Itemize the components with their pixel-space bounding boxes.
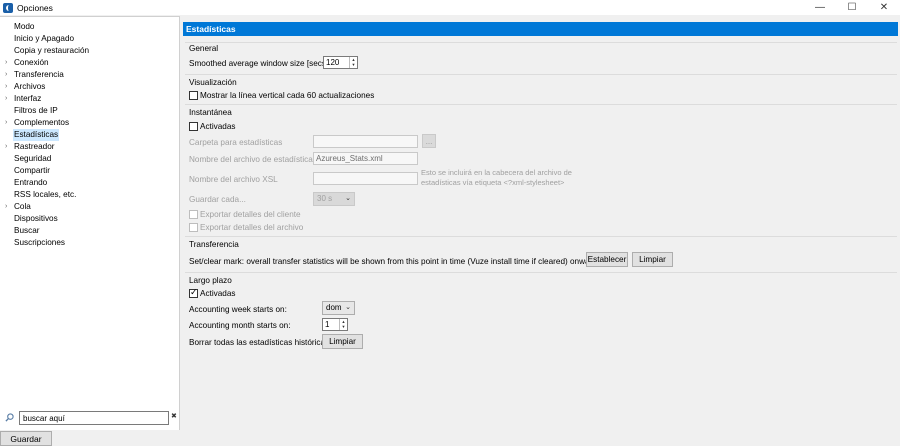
sidebar-item-label: Buscar — [14, 226, 40, 235]
xsl-filename-input[interactable] — [313, 172, 418, 185]
window-controls: — ☐ ✕ — [804, 0, 900, 15]
window-title: Opciones — [17, 2, 53, 13]
expand-arrow-icon[interactable]: › — [5, 117, 7, 129]
week-start-label: Accounting week starts on: — [189, 305, 287, 314]
long-term-enabled-label: Activadas — [200, 289, 236, 298]
sidebar-item-label: Interfaz — [14, 94, 42, 103]
sidebar-item-label: RSS locales, etc. — [14, 190, 77, 199]
export-file-checkbox[interactable] — [189, 223, 198, 232]
app-icon — [3, 2, 13, 13]
browse-folder-button[interactable]: ... — [422, 134, 436, 148]
save-button[interactable]: Guardar — [0, 431, 52, 446]
export-client-label: Exportar detalles del cliente — [200, 210, 301, 219]
expand-arrow-icon[interactable]: › — [5, 141, 7, 153]
stats-filename-label: Nombre del archivo de estadísticas — [189, 155, 317, 164]
group-title-transferencia: Transferencia — [189, 240, 239, 249]
minimize-button[interactable]: — — [804, 0, 836, 15]
divider — [185, 272, 897, 273]
sidebar-item-label: Estadísticas — [13, 129, 60, 141]
set-mark-button[interactable]: Establecer — [586, 252, 628, 267]
sidebar-item-label: Seguridad — [14, 154, 52, 163]
search-box: ✖ — [3, 411, 177, 425]
chevron-down-icon: ⌄ — [345, 304, 351, 311]
close-button[interactable]: ✕ — [868, 0, 900, 15]
group-title-visualizacion: Visualización — [189, 78, 237, 87]
search-icon — [5, 413, 14, 422]
divider — [185, 74, 897, 75]
week-start-value: dom — [326, 303, 342, 312]
sidebar-item-label: Conexión — [14, 58, 49, 67]
expand-arrow-icon[interactable]: › — [5, 57, 7, 69]
title-bar: Opciones — ☐ ✕ — [0, 0, 900, 15]
clear-history-button[interactable]: Limpiar — [322, 334, 363, 349]
sidebar-item-label: Copia y restauración — [14, 46, 90, 55]
transfer-mark-text: Set/clear mark: overall transfer statist… — [189, 257, 601, 266]
sidebar-item-label: Complementos — [14, 118, 70, 127]
group-title-general: General — [189, 44, 219, 53]
sidebar-item-label: Filtros de IP — [14, 106, 58, 115]
long-term-enabled-checkbox[interactable] — [189, 287, 198, 298]
save-every-value: 30 s — [317, 194, 333, 203]
expand-arrow-icon[interactable]: › — [5, 69, 7, 81]
spinner-arrows[interactable]: ▲ ▼ — [349, 57, 357, 68]
group-title-largo-plazo: Largo plazo — [189, 276, 232, 285]
snapshot-enabled-label: Activadas — [200, 122, 236, 131]
vertical-line-label: Mostrar la línea vertical cada 60 actual… — [200, 91, 375, 100]
expand-arrow-icon[interactable]: › — [5, 201, 7, 213]
settings-panel: Estadísticas General Smoothed average wi… — [181, 16, 900, 430]
month-start-label: Accounting month starts on: — [189, 321, 291, 330]
divider — [185, 104, 897, 105]
sidebar-item-label: Inicio y Apagado — [14, 34, 75, 43]
divider — [185, 42, 897, 43]
options-tree: ✖ Modo Inicio y Apagado Copia y restauraci… — [0, 16, 180, 430]
window-size-label: Smoothed average window size [secs] — [189, 59, 329, 68]
month-start-spinner[interactable]: 1 ▲ ▼ — [322, 318, 348, 331]
chevron-down-icon: ⌄ — [345, 195, 351, 202]
export-file-label: Exportar detalles del archivo — [200, 223, 304, 232]
expand-arrow-icon[interactable]: › — [5, 93, 7, 105]
snapshot-enabled-checkbox[interactable] — [189, 122, 198, 131]
divider — [185, 236, 897, 237]
search-input[interactable] — [19, 411, 169, 425]
export-client-checkbox[interactable] — [189, 210, 198, 219]
clear-mark-button[interactable]: Limpiar — [632, 252, 673, 267]
sidebar-item-label: Suscripciones — [14, 238, 65, 247]
sidebar-item-label: Transferencia — [14, 70, 64, 79]
sidebar-item-label: Entrando — [14, 178, 48, 187]
expand-arrow-icon[interactable]: › — [5, 81, 7, 93]
page-title: Estadísticas — [183, 22, 898, 36]
week-start-select[interactable]: dom ⌄ — [322, 301, 355, 315]
stats-folder-input[interactable] — [313, 135, 418, 148]
stats-filename-input[interactable]: Azureus_Stats.xml — [313, 152, 418, 165]
window-size-value: 120 — [326, 58, 340, 67]
xsl-note-line2: estadísticas vía etiqueta <?xml-styleshe… — [421, 178, 565, 187]
spinner-arrows[interactable]: ▲ ▼ — [339, 319, 347, 330]
save-every-label: Guardar cada... — [189, 195, 246, 204]
sidebar-item-label: Modo — [14, 22, 35, 31]
month-start-value: 1 — [325, 320, 330, 329]
save-every-select[interactable]: 30 s ⌄ — [313, 192, 355, 206]
xsl-note-line1: Esto se incluirá en la cabecera del arch… — [421, 168, 572, 177]
vertical-line-checkbox[interactable] — [189, 91, 198, 100]
sidebar-item-label: Compartir — [14, 166, 50, 175]
group-title-instantanea: Instantánea — [189, 108, 232, 117]
window-size-spinner[interactable]: 120 ▲ ▼ — [323, 56, 358, 69]
clear-search-icon[interactable]: ✖ — [171, 412, 177, 420]
sidebar-item-label: Cola — [14, 202, 31, 211]
xsl-filename-label: Nombre del archivo XSL — [189, 175, 278, 184]
stats-folder-label: Carpeta para estadísticas — [189, 138, 283, 147]
clear-history-label: Borrar todas las estadísticas históricas — [189, 338, 330, 347]
sidebar-item-label: Archivos — [14, 82, 46, 91]
sidebar-item-label: Dispositivos — [14, 214, 58, 223]
sidebar-item-label: Rastreador — [14, 142, 55, 151]
maximize-button[interactable]: ☐ — [836, 0, 868, 15]
